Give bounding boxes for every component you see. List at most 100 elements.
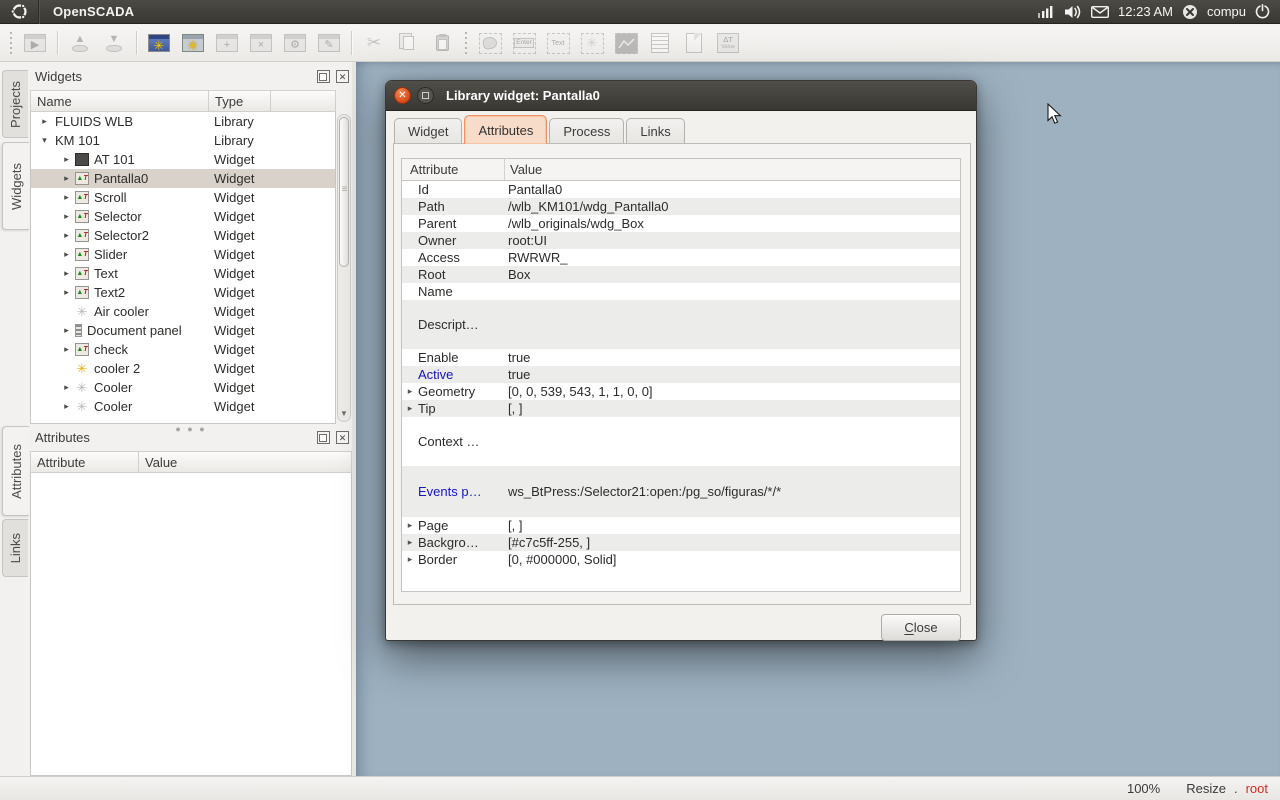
expander-icon[interactable]: ▸ (402, 386, 418, 397)
toolbar-grip[interactable] (7, 32, 15, 54)
element-value-icon[interactable]: ΔΔTTValue (713, 28, 743, 58)
tab-projects[interactable]: Projects (2, 70, 28, 138)
dock-close-icon[interactable]: ✕ (336, 70, 349, 83)
tab-process[interactable]: Process (549, 118, 624, 144)
tree-row-selected[interactable]: ▸▲TPantalla0Widget (31, 169, 335, 188)
attr-row-events[interactable]: Events p…ws_BtPress:/Selector21:open:/pg… (402, 466, 960, 517)
expander-icon[interactable]: ▸ (61, 230, 72, 241)
attr-row-access[interactable]: AccessRWRWR_ (402, 249, 960, 266)
text-element-icon[interactable]: Text (543, 28, 573, 58)
ubuntu-logo-icon[interactable] (0, 0, 38, 24)
column-header-type[interactable]: Type (209, 91, 271, 111)
attr-row-enable[interactable]: Enabletrue (402, 349, 960, 366)
paste-icon[interactable] (427, 28, 457, 58)
tree-scrollbar[interactable]: ▼ (337, 114, 351, 422)
scrollbar-thumb[interactable] (339, 117, 349, 267)
attr-row-owner[interactable]: Ownerroot:UI (402, 232, 960, 249)
tab-links[interactable]: Links (2, 519, 28, 577)
document-icon[interactable] (679, 28, 709, 58)
tree-row[interactable]: ▸✳CoolerWidget (31, 378, 335, 397)
scroll-down-icon[interactable]: ▼ (339, 408, 349, 420)
tab-attributes[interactable]: Attributes (464, 115, 547, 144)
expander-icon[interactable]: ▸ (402, 403, 418, 414)
protocol-icon[interactable] (645, 28, 675, 58)
cut-icon[interactable]: ✂ (359, 28, 389, 58)
tree-row[interactable]: ▸▲TSelectorWidget (31, 207, 335, 226)
copy-icon[interactable] (393, 28, 423, 58)
expander-icon[interactable]: ▸ (61, 192, 72, 203)
toolbar-grip[interactable] (462, 32, 470, 54)
attr-row-description[interactable]: Descript… (402, 300, 960, 349)
attr-row-background[interactable]: ▸Backgro…[#c7c5ff-255, ] (402, 534, 960, 551)
username[interactable]: compu (1207, 4, 1246, 19)
expander-icon[interactable]: ▾ (39, 135, 50, 146)
tab-widgets[interactable]: Widgets (2, 142, 29, 230)
expander-icon[interactable]: ▸ (61, 154, 72, 165)
attr-row-context[interactable]: Context … (402, 417, 960, 466)
expander-icon[interactable]: ▸ (402, 537, 418, 548)
expander-icon[interactable]: ▸ (402, 554, 418, 565)
tree-row[interactable]: ▸▲TText2Widget (31, 283, 335, 302)
form-element-icon[interactable]: Enter (509, 28, 539, 58)
library-icon[interactable]: ✳ (178, 28, 208, 58)
attr-row-id[interactable]: IdPantalla0 (402, 181, 960, 198)
expander-icon[interactable]: ▸ (61, 401, 72, 412)
attr-row-parent[interactable]: Parent/wlb_originals/wdg_Box (402, 215, 960, 232)
network-signal-icon[interactable] (1038, 5, 1056, 18)
tree-row[interactable]: ✳cooler 2Widget (31, 359, 335, 378)
expander-icon[interactable]: ▸ (39, 116, 50, 127)
clock[interactable]: 12:23 AM (1118, 4, 1173, 19)
tree-row[interactable]: ▸Document panelWidget (31, 321, 335, 340)
window-maximize-icon[interactable] (417, 87, 434, 104)
dock-float-icon[interactable] (317, 431, 330, 444)
window-close-icon[interactable]: ✕ (394, 87, 411, 104)
widget-properties-icon[interactable]: ⚙ (280, 28, 310, 58)
tree-row[interactable]: ✳Air coolerWidget (31, 302, 335, 321)
column-header-name[interactable]: Name (31, 91, 209, 111)
tab-attributes[interactable]: Attributes (2, 426, 29, 516)
tree-row[interactable]: ▸▲TcheckWidget (31, 340, 335, 359)
media-icon[interactable]: ✳ (577, 28, 607, 58)
tab-links[interactable]: Links (626, 118, 684, 144)
db-save-icon[interactable]: ▼ (99, 28, 129, 58)
column-header-attribute[interactable]: Attribute (402, 159, 505, 180)
expander-icon[interactable]: ▸ (61, 344, 72, 355)
attr-row-border[interactable]: ▸Border[0, #000000, Solid] (402, 551, 960, 568)
tree-row[interactable]: ▸AT 101Widget (31, 150, 335, 169)
tree-row[interactable]: ▸▲TSelector2Widget (31, 226, 335, 245)
tree-row[interactable]: ▸FLUIDS WLBLibrary (31, 112, 335, 131)
tab-widget[interactable]: Widget (394, 118, 462, 144)
attr-row-name[interactable]: Name (402, 283, 960, 300)
attributes-table-body[interactable] (30, 473, 352, 776)
column-header-value[interactable]: Value (139, 452, 351, 472)
expander-icon[interactable]: ▸ (61, 249, 72, 260)
widget-add-icon[interactable]: + (212, 28, 242, 58)
attr-row-root[interactable]: RootBox (402, 266, 960, 283)
elfigure-icon[interactable] (475, 28, 505, 58)
expander-icon[interactable]: ▸ (402, 520, 418, 531)
vertical-splitter[interactable] (352, 62, 356, 776)
session-menu-icon[interactable] (1182, 4, 1198, 20)
attr-row-geometry[interactable]: ▸Geometry[0, 0, 539, 543, 1, 1, 0, 0] (402, 383, 960, 400)
current-user[interactable]: root (1246, 781, 1268, 796)
tree-row[interactable]: ▸▲TSliderWidget (31, 245, 335, 264)
diagram-icon[interactable] (611, 28, 641, 58)
expander-icon[interactable]: ▸ (61, 268, 72, 279)
dock-float-icon[interactable] (317, 70, 330, 83)
expander-icon[interactable]: ▸ (61, 382, 72, 393)
expander-icon[interactable]: ▸ (61, 173, 72, 184)
library-new-icon[interactable]: ✳ (144, 28, 174, 58)
attr-row-page[interactable]: ▸Page[, ] (402, 517, 960, 534)
attr-row-path[interactable]: Path/wlb_KM101/wdg_Pantalla0 (402, 198, 960, 215)
dialog-titlebar[interactable]: ✕ Library widget: Pantalla0 (386, 81, 976, 111)
column-header-attribute[interactable]: Attribute (31, 452, 139, 472)
close-button[interactable]: Close (881, 614, 961, 641)
expander-icon[interactable]: ▸ (61, 211, 72, 222)
power-icon[interactable] (1255, 4, 1270, 19)
expander-icon[interactable]: ▸ (61, 325, 72, 336)
attr-row-active[interactable]: Activetrue (402, 366, 960, 383)
dock-close-icon[interactable]: ✕ (336, 431, 349, 444)
tree-row[interactable]: ▾KM 101Library (31, 131, 335, 150)
mail-icon[interactable] (1091, 6, 1109, 18)
expander-icon[interactable]: ▸ (61, 287, 72, 298)
